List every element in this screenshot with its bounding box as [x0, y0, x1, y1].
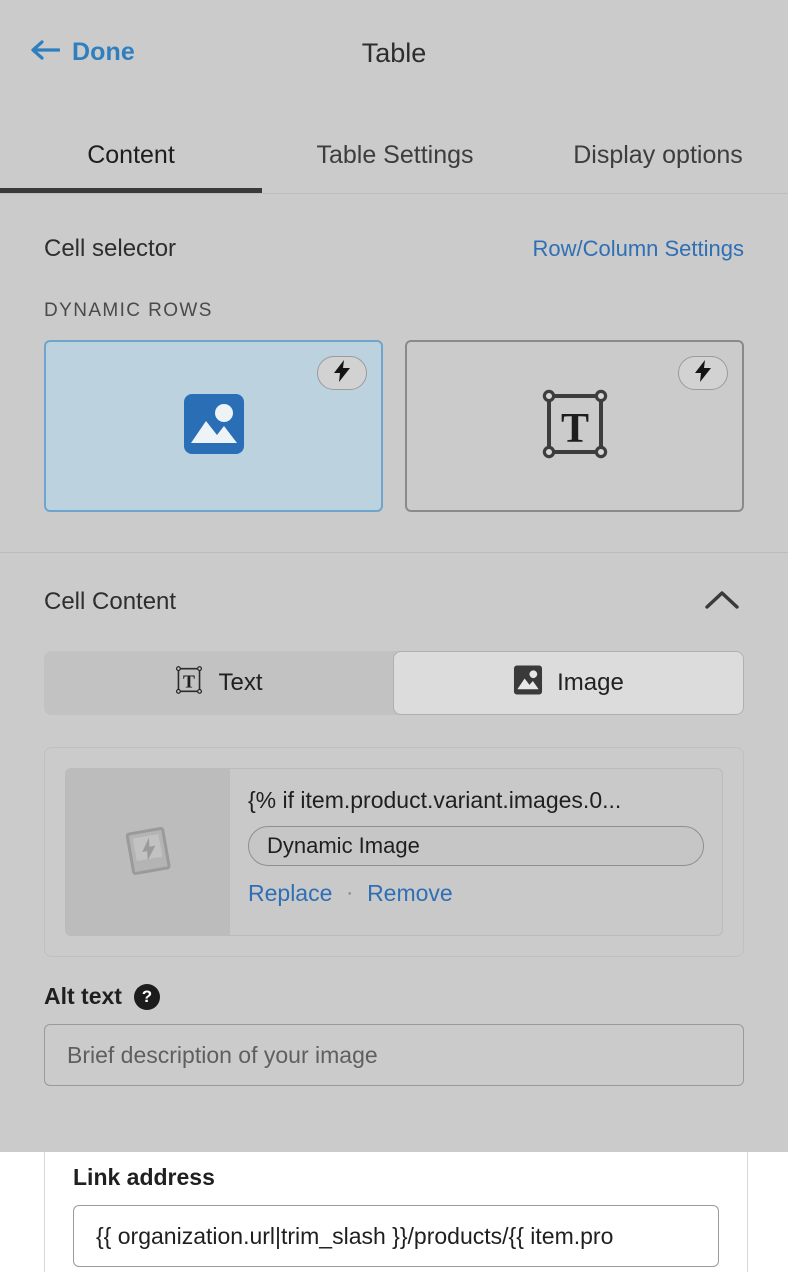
chevron-up-icon: [705, 590, 739, 615]
cell-selector-header: Cell selector Row/Column Settings: [44, 206, 744, 278]
dynamic-image-badge[interactable]: Dynamic Image: [248, 826, 704, 866]
cell-thumbnail-list: T: [44, 340, 744, 552]
row-column-settings-link[interactable]: Row/Column Settings: [532, 236, 744, 262]
image-card: {% if item.product.variant.images.0... D…: [65, 768, 723, 936]
tab-content[interactable]: Content: [0, 116, 262, 194]
image-card-container: {% if item.product.variant.images.0... D…: [44, 747, 744, 957]
cell-thumbnail-image[interactable]: [44, 340, 383, 512]
alt-text-label-row: Alt text ?: [44, 983, 744, 1010]
action-separator: ·: [346, 882, 354, 904]
svg-text:T: T: [560, 406, 588, 452]
dynamic-bolt-badge[interactable]: [678, 356, 728, 390]
tab-bar: Content Table Settings Display options: [0, 116, 788, 206]
lightning-bolt-icon: [334, 359, 350, 387]
cell-thumbnail-text[interactable]: T: [405, 340, 744, 512]
cell-content-title: Cell Content: [44, 588, 177, 615]
alt-text-field-group: Alt text ?: [44, 983, 744, 1086]
tab-bar-divider: [0, 193, 788, 194]
link-address-panel: Link address {{ organization.url|trim_sl…: [0, 1152, 788, 1272]
segment-image[interactable]: Image: [393, 651, 744, 715]
tab-table-settings[interactable]: Table Settings: [262, 116, 528, 194]
segment-image-label: Image: [557, 669, 624, 696]
text-frame-icon: T: [174, 665, 204, 702]
lightning-bolt-icon: [695, 359, 711, 387]
image-card-meta: {% if item.product.variant.images.0... D…: [230, 769, 722, 935]
alt-text-input[interactable]: [44, 1024, 744, 1086]
dynamic-image-badge-label: Dynamic Image: [267, 833, 420, 858]
cell-content-type-switch-wrap: T Text Image: [0, 651, 788, 715]
dynamic-image-placeholder-icon: [117, 819, 179, 886]
segment-text-label: Text: [218, 669, 263, 696]
text-frame-icon: T: [538, 388, 612, 465]
link-address-card: Link address {{ organization.url|trim_sl…: [44, 1152, 748, 1272]
link-address-label: Link address: [73, 1164, 215, 1190]
tab-display-options[interactable]: Display options: [528, 116, 788, 194]
tab-content-label: Content: [87, 140, 175, 169]
panel-header: Done Table: [0, 0, 788, 116]
link-address-value: {{ organization.url|trim_slash }}/produc…: [96, 1222, 614, 1249]
cell-content-collapse-button[interactable]: [700, 580, 744, 624]
image-icon: [183, 393, 245, 460]
question-mark-icon[interactable]: ?: [133, 983, 160, 1010]
link-address-input[interactable]: {{ organization.url|trim_slash }}/produc…: [73, 1205, 719, 1267]
remove-image-link[interactable]: Remove: [367, 880, 453, 907]
cell-selector-title: Cell selector: [44, 235, 177, 262]
dynamic-rows-label: DYNAMIC ROWS: [44, 300, 213, 321]
image-icon: [513, 664, 543, 702]
page-title: Table: [361, 38, 427, 68]
alt-text-label: Alt text: [44, 983, 122, 1009]
cell-selector-section: Cell selector Row/Column Settings DYNAMI…: [0, 206, 788, 552]
table-editor-panel: Done Table Content Table Settings Displa…: [0, 0, 788, 1272]
svg-text:T: T: [184, 671, 196, 691]
tab-display-options-label: Display options: [573, 140, 743, 169]
replace-image-link[interactable]: Replace: [248, 880, 332, 907]
dynamic-bolt-badge[interactable]: [317, 356, 367, 390]
tab-table-settings-label: Table Settings: [316, 140, 474, 169]
segment-text[interactable]: T Text: [44, 651, 393, 715]
cell-content-type-switch: T Text Image: [44, 651, 744, 715]
image-filename: {% if item.product.variant.images.0...: [248, 787, 622, 813]
image-thumbnail[interactable]: [66, 769, 230, 935]
image-card-actions: Replace · Remove: [248, 880, 704, 907]
cell-content-header[interactable]: Cell Content: [0, 553, 788, 651]
